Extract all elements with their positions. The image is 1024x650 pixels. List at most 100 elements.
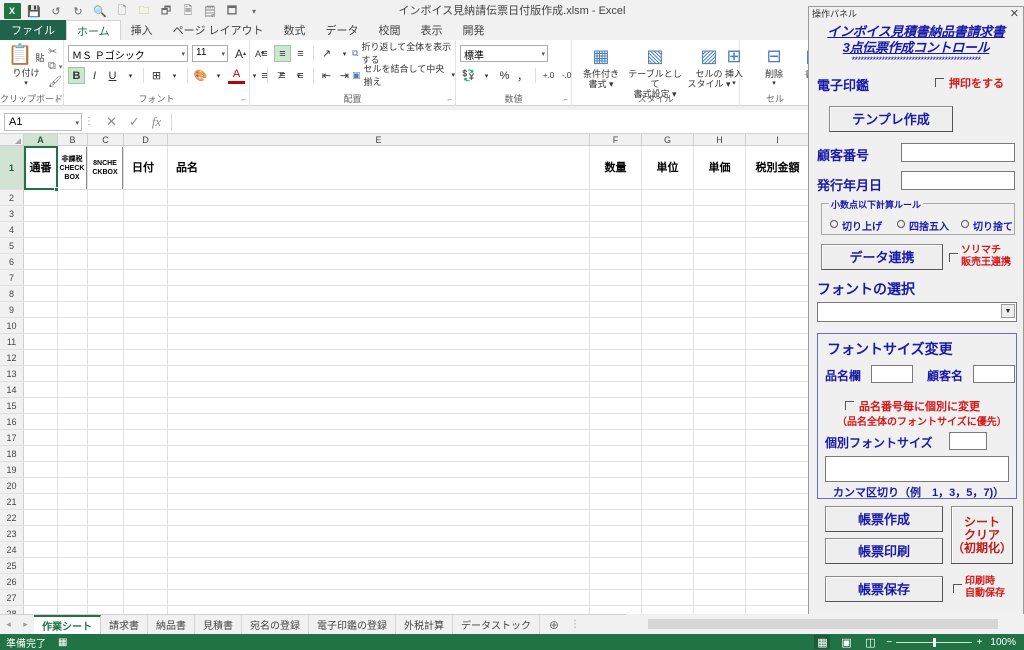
merge-center-button[interactable]: ▣ セルを結合して中央揃え ▾ [352,64,455,87]
bold-button[interactable]: B [68,67,85,84]
cell-C1[interactable]: 8NCHE CKBOX [88,147,123,189]
format-painter-button[interactable]: 🖌 [48,74,62,89]
autosave-label[interactable]: 印刷時 自動保存 [965,576,1005,600]
sheet-tab-delivery[interactable]: 納品書 [148,614,195,635]
conditional-formatting-button[interactable]: ▦ 条件付き 書式 ▾ [574,43,628,89]
row-header-6[interactable]: 6 [0,254,24,270]
rounding-radio-half[interactable] [897,220,905,228]
row-header-11[interactable]: 11 [0,334,24,350]
row-header-12[interactable]: 12 [0,350,24,366]
font-color-button[interactable]: A [228,67,245,84]
copy-dropdown-icon[interactable]: ▾ [59,63,63,71]
row-header-16[interactable]: 16 [0,414,24,430]
individual-checkbox-label[interactable]: 品名番号毎に個別に変更 [859,398,980,414]
horizontal-scroll-thumb[interactable] [648,619,998,629]
individual-checkbox[interactable] [845,401,854,410]
col-header-E[interactable]: E [168,134,590,146]
row-header-2[interactable]: 2 [0,190,24,206]
tab-insert[interactable]: 挿入 [121,20,163,40]
tab-data[interactable]: データ [316,20,369,40]
fill-handle[interactable] [54,187,59,192]
enter-icon[interactable]: ✓ [129,114,140,130]
col-header-B[interactable]: B [58,134,88,146]
row-header-26[interactable]: 26 [0,574,24,590]
rounding-radio-down[interactable] [961,220,969,228]
seal-checkbox[interactable] [935,78,944,87]
sheet-tab-quotation[interactable]: 見積書 [195,614,242,635]
increase-indent-button[interactable]: ⇥ [336,67,353,84]
currency-button[interactable]: 💱 [460,67,477,84]
copy-button[interactable]: ⧉ ▾ [48,59,62,74]
borders-button[interactable]: ⊞ [148,67,165,84]
col-header-C[interactable]: C [88,134,124,146]
save-report-button[interactable]: 帳票保存 [825,576,943,602]
font-size-dropdown-icon[interactable]: ▾ [221,50,225,58]
tab-developer[interactable]: 開発 [453,20,495,40]
rounding-label-up[interactable]: 切り上げ [842,218,882,233]
macro-record-icon[interactable]: ▦ [58,637,67,648]
view-page-break-icon[interactable]: ◫ [862,635,878,649]
sorimachi-checkbox[interactable] [949,253,958,262]
grow-font-button[interactable]: A ▴ [232,45,249,62]
row-header-9[interactable]: 9 [0,302,24,318]
insert-cells-button[interactable]: ⊞ 挿入 ▾ [712,43,756,89]
font-name-input[interactable]: ＭＳ Ｐゴシック ▾ [68,45,188,62]
paste-button[interactable]: 📋 貼り付け ▾ [6,44,46,87]
individual-size-input[interactable] [949,432,987,450]
rounding-label-half[interactable]: 四捨五入 [909,218,949,233]
font-select-dropdown-icon[interactable]: ▼ [1001,304,1015,318]
clipboard-dialog-launcher[interactable]: ⌐ [55,95,60,104]
name-box-dropdown-icon[interactable]: ▾ [75,119,79,127]
col-header-I[interactable]: I [746,134,810,146]
zoom-slider[interactable]: − + [886,635,982,649]
col-header-F[interactable]: F [590,134,642,146]
col-header-H[interactable]: H [694,134,746,146]
align-center-button[interactable]: ≡ [274,67,291,84]
align-middle-button[interactable]: ≡ [274,45,291,62]
name-box[interactable]: A1 ▾ [4,112,82,131]
panel-close-icon[interactable]: ✕ [1010,7,1019,21]
row-header-14[interactable]: 14 [0,382,24,398]
font-size-input[interactable]: 11 ▾ [192,45,228,62]
fill-color-button[interactable]: 🎨 [192,67,209,84]
add-sheet-icon[interactable]: ⊕ [540,618,568,632]
row-header-8[interactable]: 8 [0,286,24,302]
tab-review[interactable]: 校閲 [369,20,411,40]
tab-file[interactable]: ファイル [0,20,66,40]
autosave-checkbox[interactable] [953,584,962,593]
sheet-tab-work[interactable]: 作業シート [34,614,101,635]
align-right-button[interactable]: ≡ [292,67,309,84]
data-link-button[interactable]: データ連携 [821,244,943,270]
italic-button[interactable]: I [86,67,103,84]
tab-page-layout[interactable]: ページ レイアウト [163,20,274,40]
row-header-13[interactable]: 13 [0,366,24,382]
zoom-in-icon[interactable]: + [977,637,983,648]
spreadsheet-grid[interactable]: A B C D E F G H I 1 2 3 4 5 6 7 8 9 10 1… [0,134,810,614]
sheet-tab-tax[interactable]: 外税計算 [396,614,453,635]
align-left-button[interactable]: ≡ [256,67,273,84]
row-header-25[interactable]: 25 [0,558,24,574]
cell-E1[interactable]: 品名 [168,147,589,189]
row-header-22[interactable]: 22 [0,510,24,526]
row-header-4[interactable]: 4 [0,222,24,238]
row-header-28[interactable]: 28 [0,606,24,614]
delete-dropdown-icon[interactable]: ▾ [752,79,796,89]
font-dialog-launcher[interactable]: ⌐ [241,95,246,104]
delete-cells-button[interactable]: ⊟ 削除 ▾ [752,43,796,89]
row-header-19[interactable]: 19 [0,462,24,478]
view-page-layout-icon[interactable]: ▣ [838,635,854,649]
currency-dropdown-icon[interactable]: ▾ [478,67,495,84]
alignment-dialog-launcher[interactable]: ⌐ [447,95,452,104]
rounding-label-down[interactable]: 切り捨て [973,218,1013,233]
sheet-tab-datastock[interactable]: データストック [453,614,540,635]
decrease-indent-button[interactable]: ⇤ [318,67,335,84]
underline-button[interactable]: U [104,67,121,84]
wrap-text-button[interactable]: ⧉ 折り返して全体を表示する [352,42,455,65]
sheet-tab-seal[interactable]: 電子印鑑の登録 [309,614,396,635]
font-name-dropdown-icon[interactable]: ▾ [181,50,185,58]
cell-F1[interactable]: 数量 [590,147,641,189]
comma-button[interactable]: ， [514,67,531,84]
increase-decimal-button[interactable]: +.0 [540,67,557,84]
col-header-D[interactable]: D [124,134,168,146]
next-sheet-icon[interactable]: ▸ [17,619,34,630]
